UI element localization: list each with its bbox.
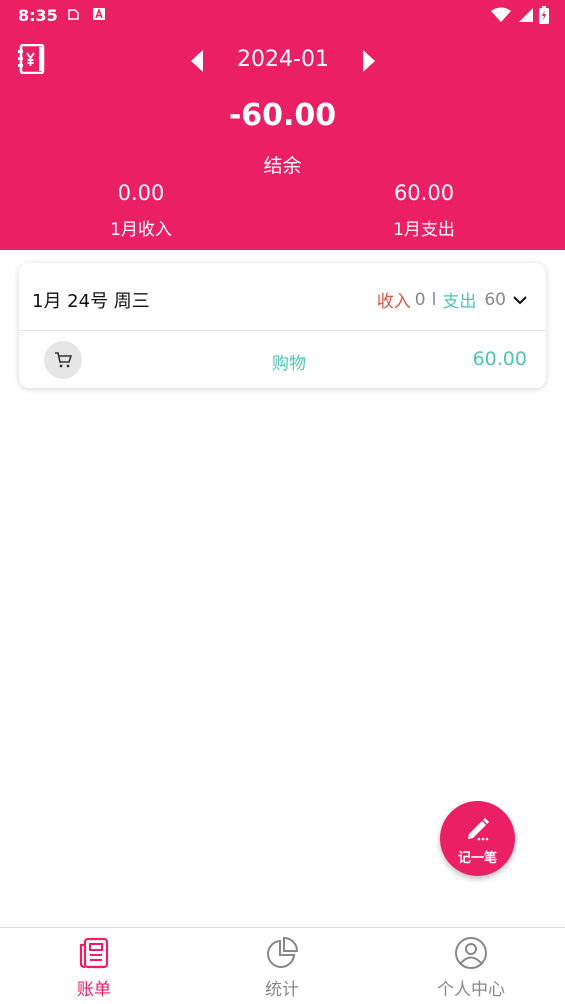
status-bar: 8:35 (0, 0, 565, 30)
day-expense-value: 60 (484, 289, 506, 310)
nav-label-profile: 个人中心 (437, 980, 505, 1000)
wifi-icon (491, 7, 511, 22)
caret-left-icon (191, 50, 203, 72)
status-time: 8:35 (18, 6, 58, 25)
month-income-value: 0.00 (117, 181, 165, 205)
chevron-down-icon[interactable] (512, 292, 528, 308)
list-item[interactable]: 购物 60.00 (19, 332, 546, 388)
nav-tab-bills[interactable]: 账单 (0, 928, 188, 1004)
month-income-label: 1月收入 (110, 220, 172, 240)
day-expense-label: 支出 (442, 292, 477, 312)
header: 8:35 2024-01 -60.00 结余 0.00 1月收入 60.00 1… (0, 0, 565, 250)
day-date: 1月 24号 周三 (32, 291, 150, 312)
summary-separator: l (431, 289, 437, 310)
shopping-cart-icon (55, 352, 72, 368)
balance-value: -60.00 (228, 98, 337, 133)
day-income-value: 0 (414, 289, 426, 310)
ledger-icon[interactable] (18, 44, 46, 74)
pie-chart-icon (267, 936, 299, 968)
day-income-label: 收入 (376, 292, 411, 312)
nav-label-stats: 统计 (265, 980, 299, 1000)
month-expense-label: 1月支出 (393, 220, 455, 240)
month-selector[interactable]: 2024-01 (212, 47, 354, 72)
day-summary: 收入 0 l 支出 60 (377, 287, 528, 312)
nav-tab-profile[interactable]: 个人中心 (377, 928, 565, 1004)
bill-icon (79, 937, 109, 969)
clipboard-icon (68, 9, 79, 20)
pencil-icon (468, 818, 489, 841)
add-record-button[interactable]: 记一笔 (440, 801, 515, 876)
caret-right-icon (363, 50, 375, 72)
balance-label: 结余 (263, 155, 302, 177)
entry-category: 购物 (272, 354, 306, 374)
a-badge-icon (93, 7, 105, 20)
user-icon (455, 937, 487, 969)
nav-label-bills: 账单 (77, 980, 111, 1000)
day-group-header[interactable]: 1月 24号 周三 收入 0 l 支出 60 (19, 263, 546, 331)
month-expense-value: 60.00 (393, 181, 455, 205)
bottom-nav: 账单 统计 个人中心 (0, 927, 565, 1004)
add-record-label: 记一笔 (457, 851, 497, 866)
nav-tab-stats[interactable]: 统计 (188, 928, 376, 1004)
battery-charging-icon (539, 6, 549, 24)
day-group-card: 1月 24号 周三 收入 0 l 支出 60 购物 60.00 (19, 263, 546, 388)
entry-amount: 60.00 (472, 348, 527, 370)
signal-icon (519, 8, 533, 22)
prev-month-button[interactable] (186, 48, 208, 74)
next-month-button[interactable] (358, 48, 380, 74)
